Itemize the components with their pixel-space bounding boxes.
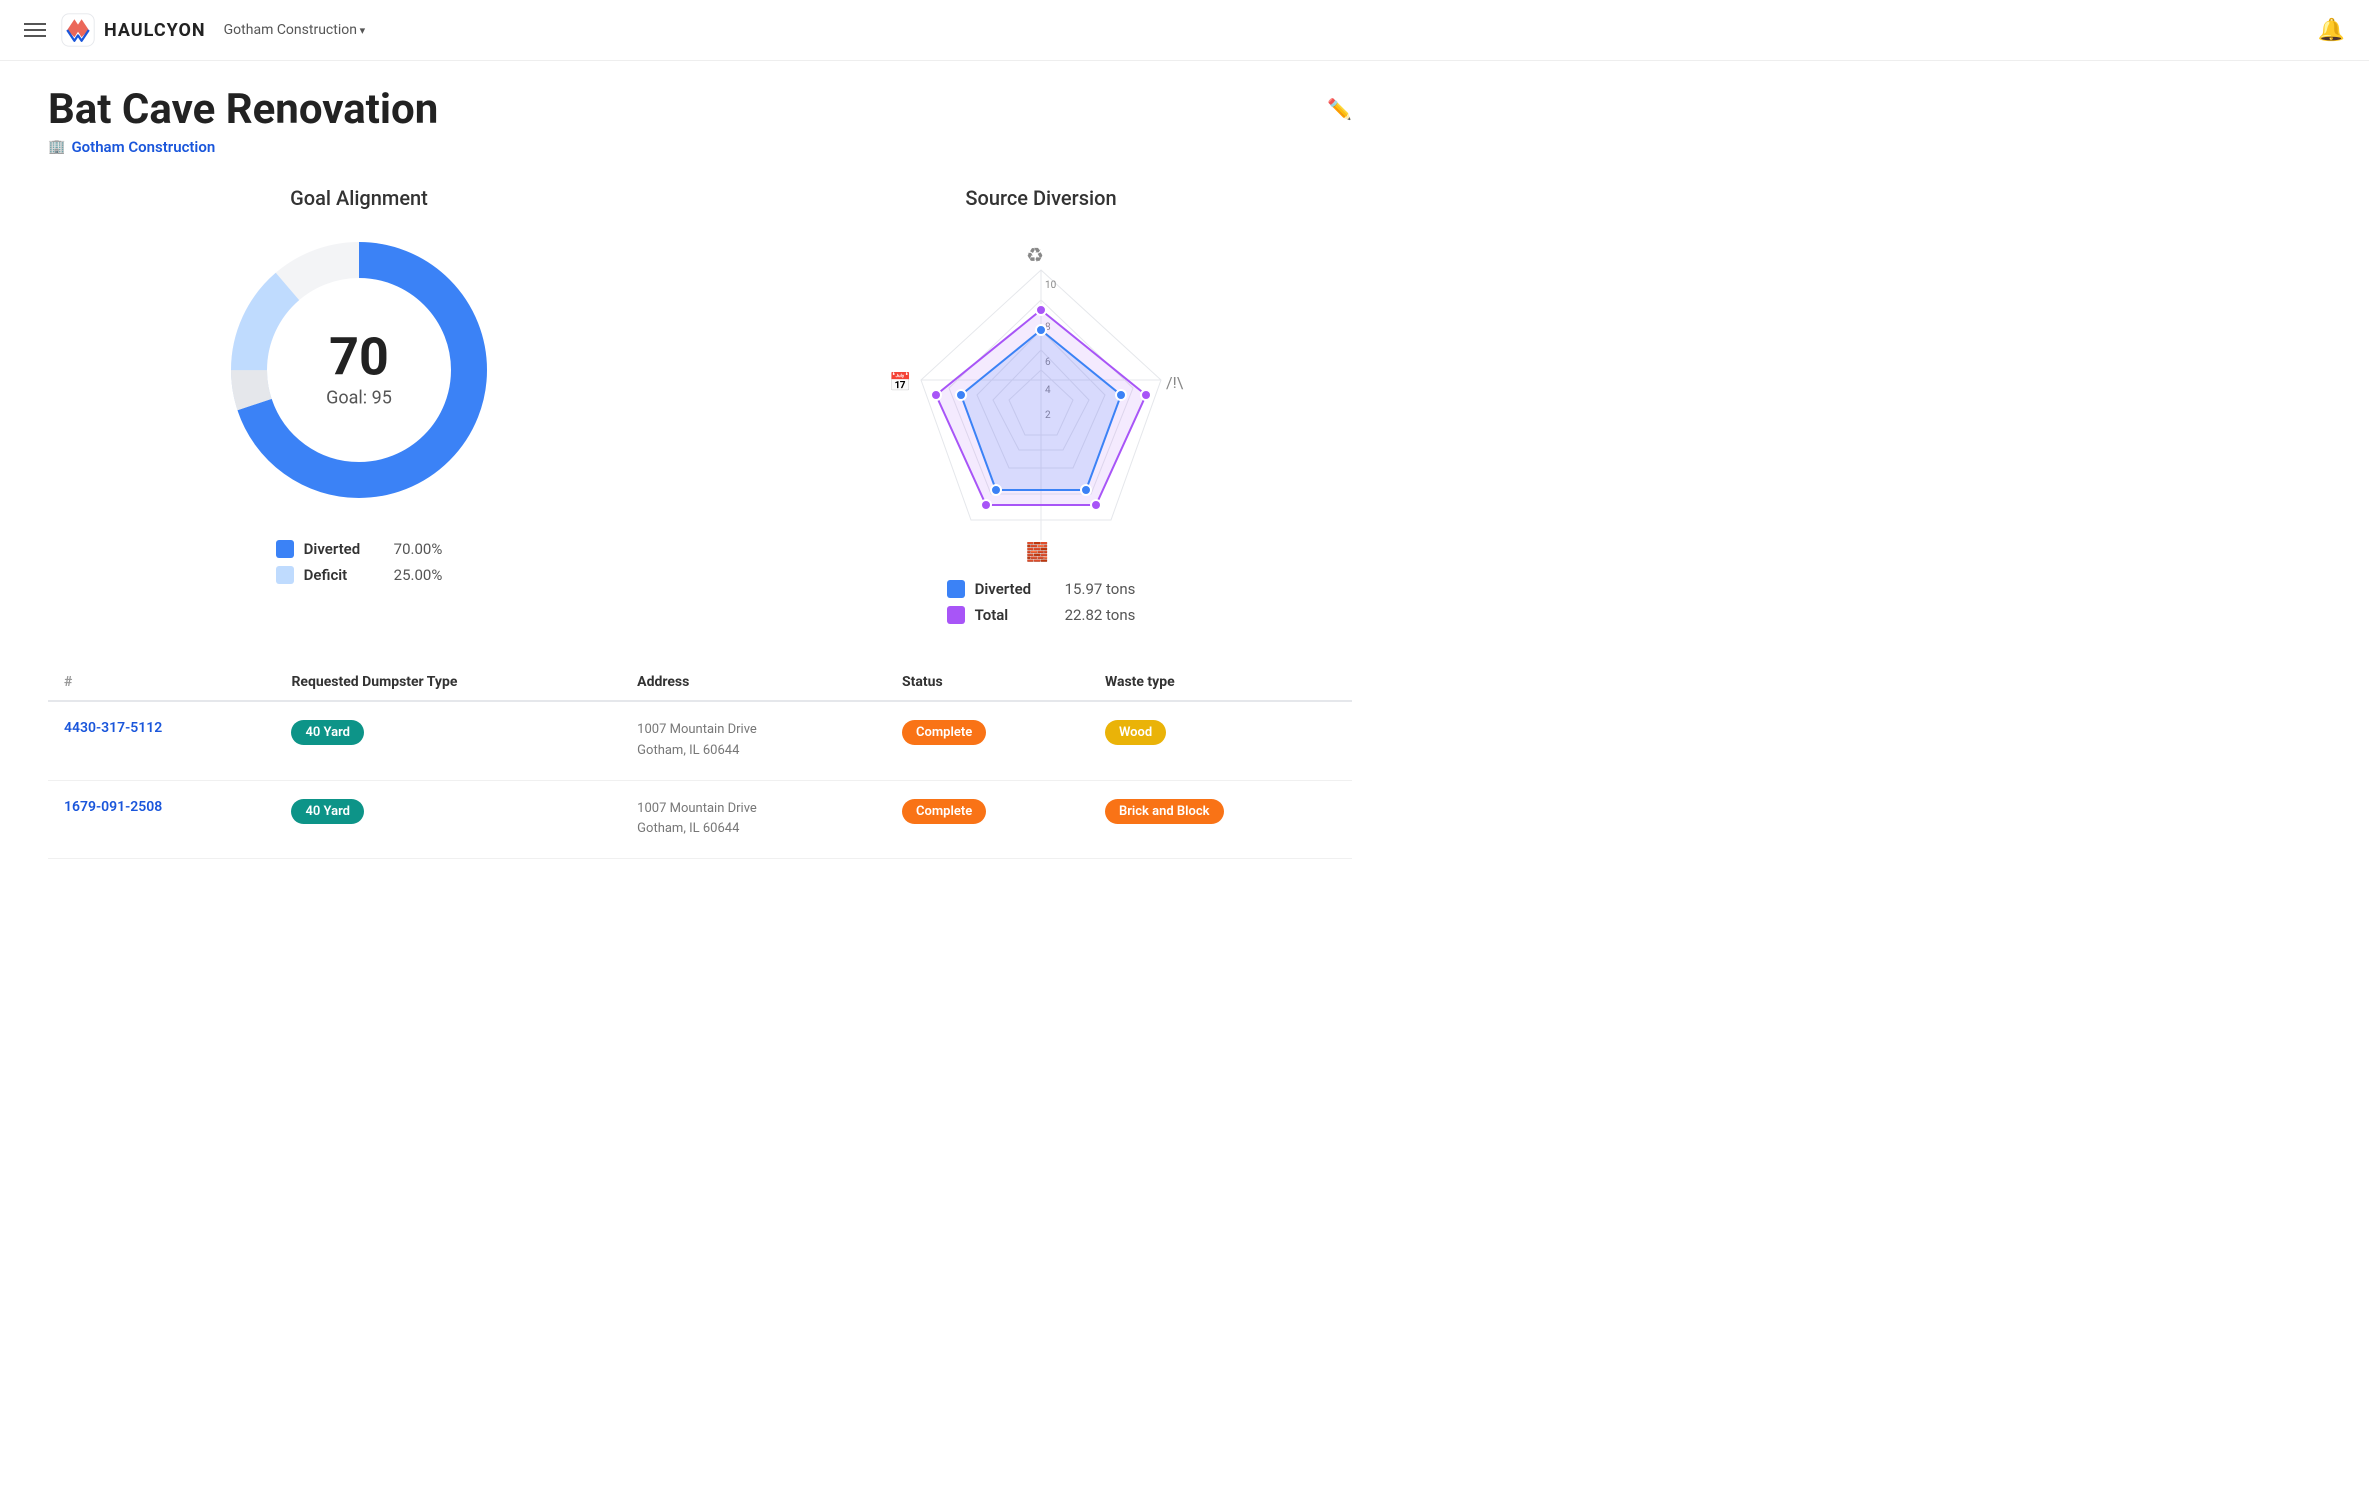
order-id-cell: 4430-317-5112: [48, 701, 275, 780]
sd-diverted-value: 15.97 tons: [1065, 580, 1136, 598]
dumpster-badge: 40 Yard: [291, 799, 364, 824]
table-body: 4430-317-5112 40 Yard 1007 Mountain Driv…: [48, 701, 1352, 859]
waste-type-cell: Wood: [1089, 701, 1352, 780]
legend-item-deficit: Deficit 25.00%: [276, 566, 443, 584]
status-badge: Complete: [902, 720, 986, 745]
order-link[interactable]: 4430-317-5112: [64, 720, 162, 736]
address-line2: Gotham, IL 60644: [637, 819, 870, 840]
sd-total-swatch: [947, 606, 965, 624]
edit-icon[interactable]: ✏️: [1327, 97, 1352, 121]
sd-legend-total: Total 22.82 tons: [947, 606, 1136, 624]
svg-text:♻: ♻: [1026, 243, 1044, 267]
company-badge-text: Gotham Construction: [71, 138, 215, 156]
radar-chart-svg: 10 8 6 4 2: [881, 230, 1201, 570]
donut-value: 70: [326, 332, 392, 384]
waste-badge: Wood: [1105, 720, 1166, 745]
source-diversion-title: Source Diversion: [730, 186, 1352, 210]
source-diversion-section: Source Diversion: [730, 186, 1352, 624]
page-title: Bat Cave Renovation: [48, 85, 438, 134]
address-cell: 1007 Mountain Drive Gotham, IL 60644: [621, 780, 886, 859]
orders-table: # Requested Dumpster Type Address Status…: [48, 664, 1352, 859]
goal-alignment-title: Goal Alignment: [48, 186, 670, 210]
address-line1: 1007 Mountain Drive: [637, 720, 870, 741]
address-line1: 1007 Mountain Drive: [637, 799, 870, 820]
legend-item-diverted: Diverted 70.00%: [276, 540, 443, 558]
sd-total-label: Total: [975, 606, 1055, 624]
table-row: 1679-091-2508 40 Yard 1007 Mountain Driv…: [48, 780, 1352, 859]
notification-bell-icon[interactable]: 🔔: [2318, 18, 2345, 43]
sd-diverted-label: Diverted: [975, 580, 1055, 598]
waste-type-cell: Brick and Block: [1089, 780, 1352, 859]
company-badge: 🏢 Gotham Construction: [48, 138, 1352, 156]
donut-wrapper: 70 Goal: 95: [219, 230, 499, 510]
donut-goal: Goal: 95: [326, 388, 392, 409]
address-cell: 1007 Mountain Drive Gotham, IL 60644: [621, 701, 886, 780]
col-dumpster: Requested Dumpster Type: [275, 664, 621, 701]
dumpster-badge: 40 Yard: [291, 720, 364, 745]
status-badge: Complete: [902, 799, 986, 824]
status-cell: Complete: [886, 780, 1089, 859]
dumpster-type-cell: 40 Yard: [275, 701, 621, 780]
diverted-color-swatch: [276, 540, 294, 558]
goal-alignment-legend: Diverted 70.00% Deficit 25.00%: [276, 540, 443, 584]
order-link[interactable]: 1679-091-2508: [64, 799, 162, 815]
order-id-cell: 1679-091-2508: [48, 780, 275, 859]
donut-container: 70 Goal: 95 Diverted 70.00% Deficit 25.0…: [48, 230, 670, 584]
dumpster-type-cell: 40 Yard: [275, 780, 621, 859]
radar-container: 10 8 6 4 2: [730, 230, 1352, 624]
sd-diverted-swatch: [947, 580, 965, 598]
logo-area: HAULCYON Gotham Construction: [60, 12, 365, 48]
main-content: Bat Cave Renovation ✏️ 🏢 Gotham Construc…: [0, 61, 1400, 883]
svg-text:🧱: 🧱: [1026, 541, 1048, 563]
header: HAULCYON Gotham Construction 🔔: [0, 0, 2369, 61]
status-cell: Complete: [886, 701, 1089, 780]
source-diversion-legend: Diverted 15.97 tons Total 22.82 tons: [947, 580, 1136, 624]
logo-text: HAULCYON: [104, 20, 206, 41]
charts-row: Goal Alignment 70 Goal:: [48, 186, 1352, 624]
waste-badge: Brick and Block: [1105, 799, 1224, 824]
col-waste: Waste type: [1089, 664, 1352, 701]
deficit-value: 25.00%: [394, 566, 443, 584]
diverted-label: Diverted: [304, 540, 384, 558]
col-number: #: [48, 664, 275, 701]
deficit-color-swatch: [276, 566, 294, 584]
header-company-name[interactable]: Gotham Construction: [224, 22, 366, 38]
svg-text:📅: 📅: [889, 371, 911, 393]
deficit-label: Deficit: [304, 566, 384, 584]
svg-text:10: 10: [1045, 280, 1057, 291]
col-address: Address: [621, 664, 886, 701]
sd-legend-diverted: Diverted 15.97 tons: [947, 580, 1136, 598]
table-row: 4430-317-5112 40 Yard 1007 Mountain Driv…: [48, 701, 1352, 780]
diverted-value: 70.00%: [394, 540, 443, 558]
logo-icon: [60, 12, 96, 48]
radar-wrapper: 10 8 6 4 2: [881, 230, 1201, 570]
table-section: # Requested Dumpster Type Address Status…: [48, 664, 1352, 859]
address-line2: Gotham, IL 60644: [637, 741, 870, 762]
hamburger-menu[interactable]: [24, 23, 46, 37]
col-status: Status: [886, 664, 1089, 701]
table-header: # Requested Dumpster Type Address Status…: [48, 664, 1352, 701]
sd-total-value: 22.82 tons: [1065, 606, 1136, 624]
company-badge-icon: 🏢: [48, 139, 65, 155]
page-header: Bat Cave Renovation ✏️: [48, 85, 1352, 134]
goal-alignment-section: Goal Alignment 70 Goal:: [48, 186, 670, 624]
svg-text:/!\: /!\: [1166, 373, 1184, 392]
donut-center: 70 Goal: 95: [326, 332, 392, 409]
